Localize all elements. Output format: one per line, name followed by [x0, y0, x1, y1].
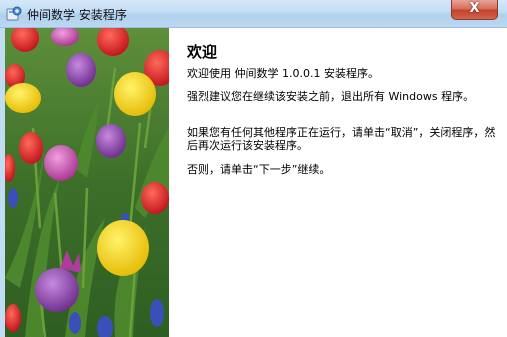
welcome-banner-image [5, 28, 169, 337]
close-icon: X [469, 1, 480, 16]
page-title: 欢迎 [187, 43, 218, 61]
welcome-panel: 欢迎 欢迎使用 仲间数学 1.0.0.1 安装程序。 强烈建议您在继续该安装之前… [169, 28, 507, 337]
installer-icon[interactable] [6, 6, 22, 22]
close-programs-advice: 强烈建议您在继续该安装之前，退出所有 Windows 程序。 [187, 90, 475, 103]
cancel-instructions: 如果您有任何其他程序正在运行，请单击“取消”，关闭程序，然后再次运行该安装程序。 [187, 126, 496, 152]
next-instructions: 否则，请单击“下一步”继续。 [187, 163, 331, 176]
close-button[interactable]: X [451, 0, 498, 20]
welcome-text: 欢迎使用 仲间数学 1.0.0.1 安装程序。 [187, 67, 379, 80]
title-bar[interactable]: 仲间数学 安装程序 X [0, 0, 507, 28]
window-title: 仲间数学 安装程序 [27, 8, 127, 22]
